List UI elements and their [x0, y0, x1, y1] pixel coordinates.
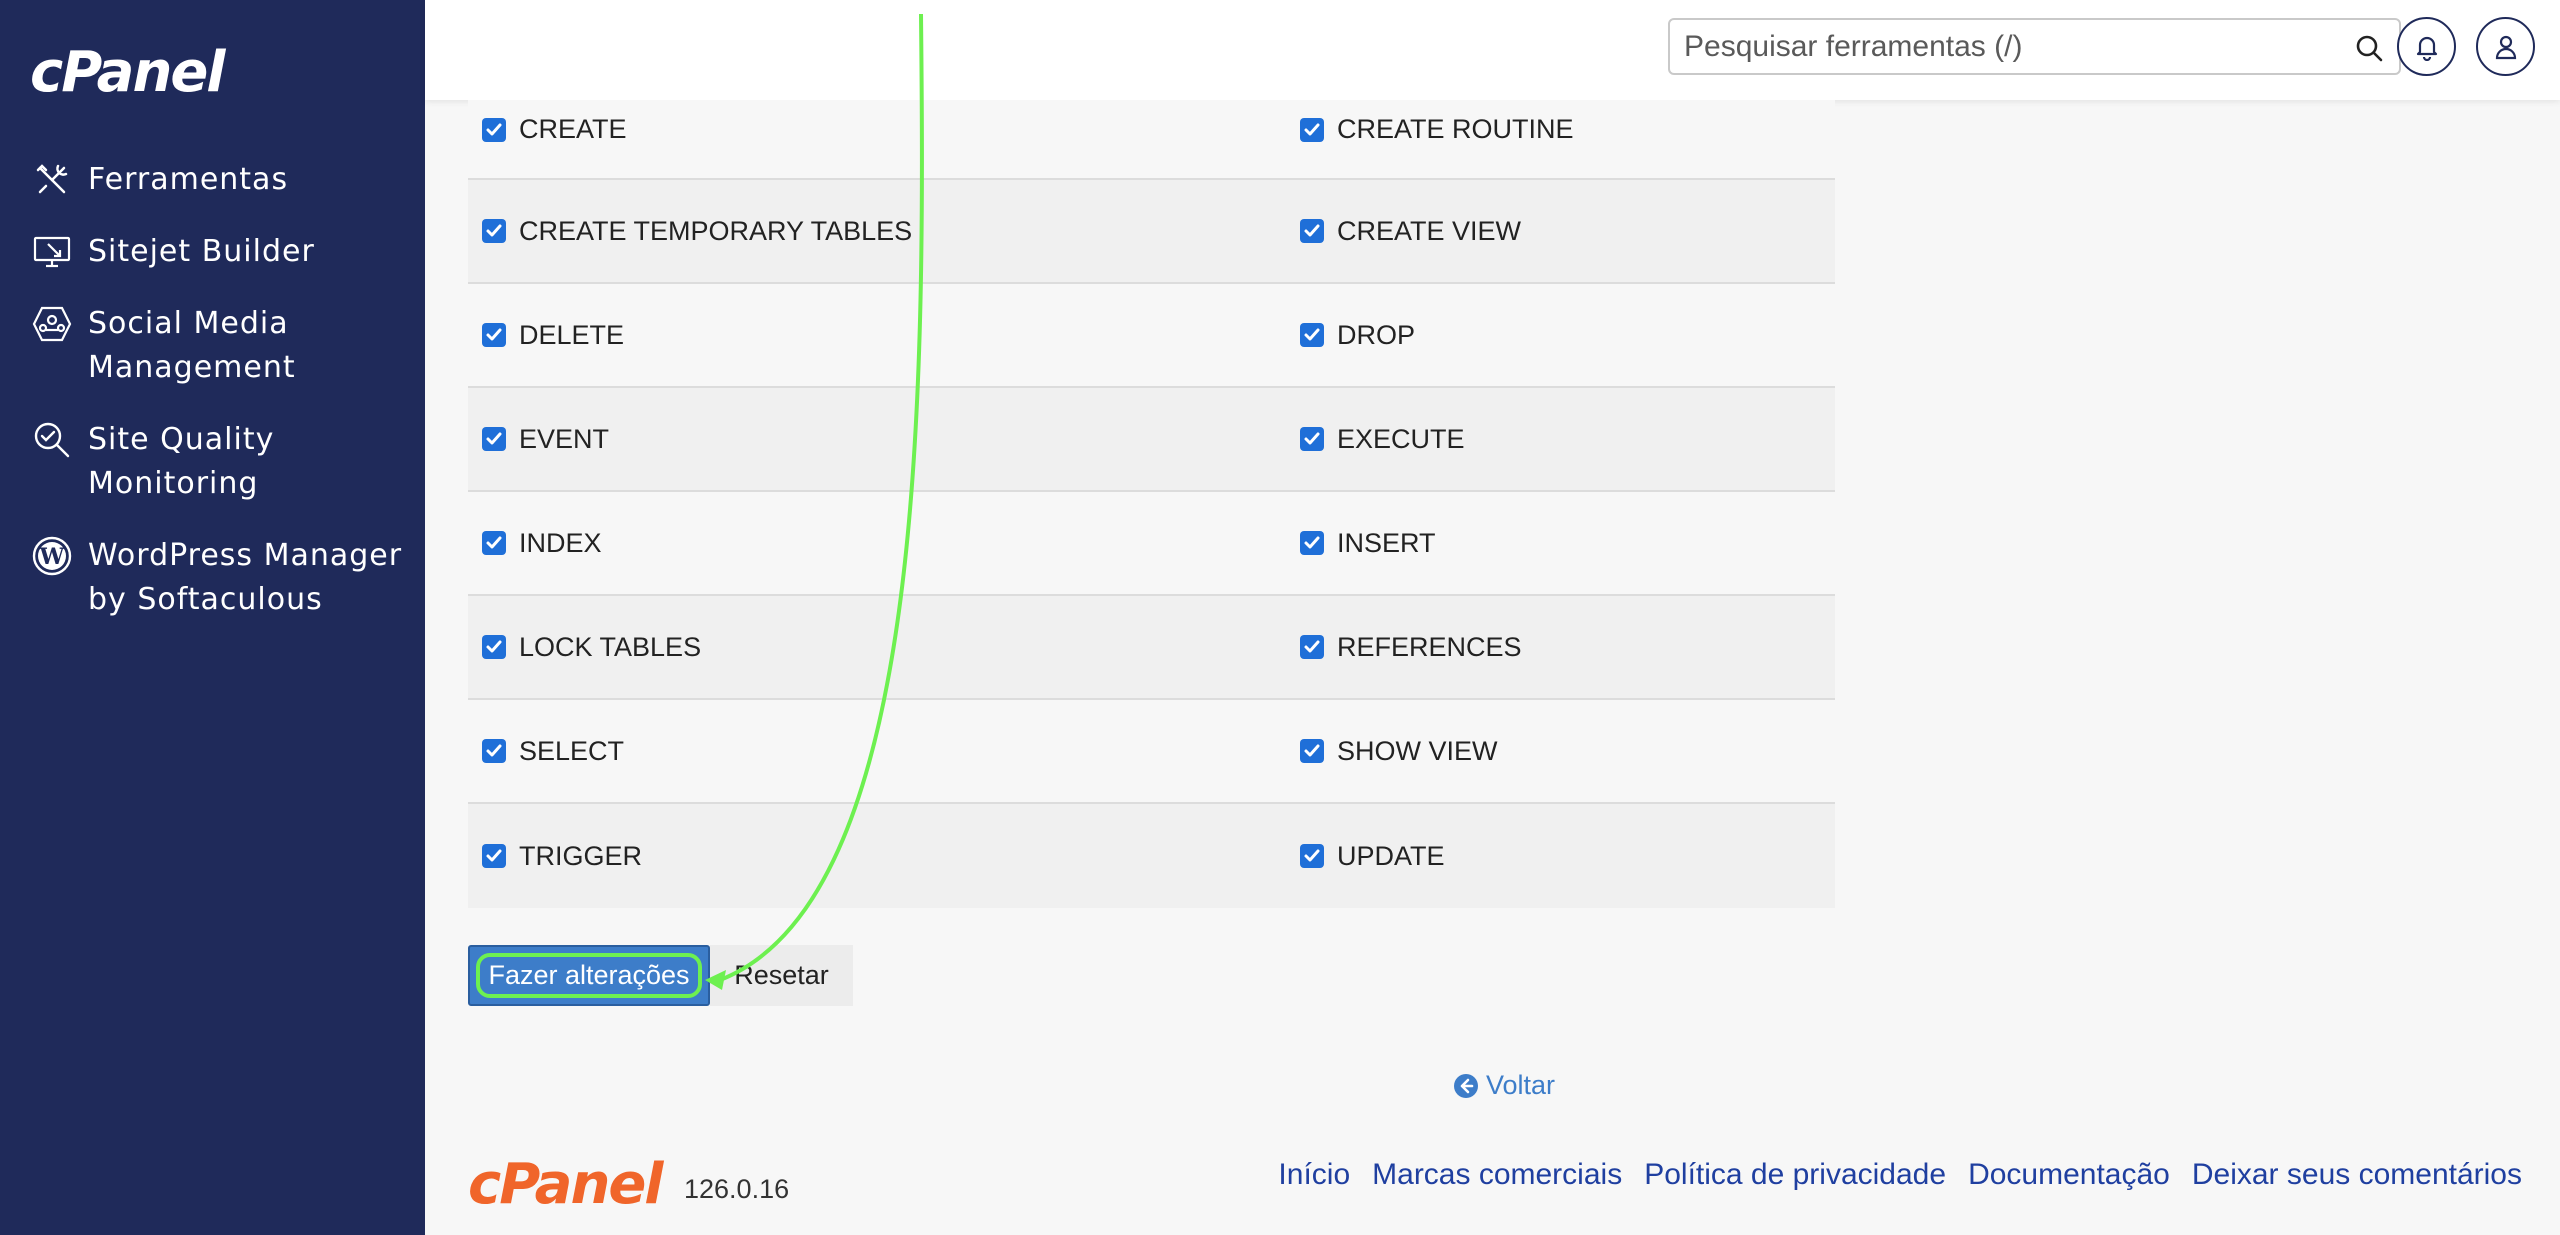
privilege-label: CREATE — [519, 114, 627, 144]
sidebar-item-label: WordPress Manager by Softaculous — [88, 538, 403, 617]
privilege-checkbox[interactable] — [1300, 117, 1324, 142]
user-menu-button[interactable] — [2476, 17, 2535, 76]
sidebar-item-label: Site Quality Monitoring — [88, 422, 275, 501]
make-changes-button[interactable]: Fazer alterações — [468, 945, 710, 1006]
privilege-label: LOCK TABLES — [519, 631, 702, 662]
search-box[interactable] — [1668, 18, 2401, 75]
make-changes-label: Fazer alterações — [488, 960, 690, 990]
privilege-label: UPDATE — [1337, 840, 1445, 871]
footer-cpanel-logo: cPanel — [468, 1152, 663, 1217]
sidebar-nav: Ferramentas Sitejet Builder Social Media… — [0, 158, 425, 650]
monitor-icon — [30, 230, 74, 274]
top-header — [425, 0, 2560, 100]
search-input[interactable] — [1670, 21, 2330, 72]
privilege-label: DELETE — [519, 319, 625, 350]
sidebar-item-site-quality[interactable]: Site Quality Monitoring — [0, 418, 425, 506]
privilege-row: SELECT SHOW VIEW — [468, 700, 1835, 804]
privilege-cell[interactable]: CREATE TEMPORARY TABLES — [468, 216, 1286, 247]
privilege-checkbox[interactable] — [482, 427, 506, 451]
sidebar-item-label: Sitejet Builder — [88, 234, 315, 269]
privilege-row: TRIGGER UPDATE — [468, 804, 1835, 908]
search-icon[interactable] — [2353, 32, 2385, 64]
privileges-table: CREATE CREATE ROUTINE CREATE TEMPORARY TAB… — [468, 100, 1835, 908]
privilege-checkbox[interactable] — [1300, 844, 1324, 868]
version-number: 126.0.16 — [684, 1174, 790, 1204]
privilege-label: EXECUTE — [1337, 423, 1465, 454]
privilege-checkbox[interactable] — [1300, 427, 1324, 451]
back-label: Voltar — [1486, 1070, 1556, 1100]
privilege-label: EVENT — [519, 423, 610, 454]
cpanel-logo[interactable]: cPanel — [30, 40, 225, 105]
sidebar-item-label: Ferramentas — [88, 162, 289, 197]
privilege-cell[interactable]: DELETE — [468, 320, 1286, 351]
sidebar-item-sitejet[interactable]: Sitejet Builder — [0, 230, 425, 274]
privilege-row: LOCK TABLES REFERENCES — [468, 596, 1835, 700]
privilege-cell[interactable]: EXECUTE — [1286, 424, 1835, 455]
privilege-label: TRIGGER — [519, 840, 643, 871]
privilege-checkbox[interactable] — [482, 117, 506, 142]
privilege-checkbox[interactable] — [1300, 219, 1324, 243]
privilege-label: REFERENCES — [1337, 631, 1522, 662]
privilege-label: SHOW VIEW — [1337, 735, 1498, 766]
magnifier-check-icon — [30, 418, 74, 462]
privilege-cell[interactable]: CREATE — [468, 114, 1286, 145]
footer-link-trademarks[interactable]: Marcas comerciais — [1372, 1158, 1622, 1192]
sidebar-item-ferramentas[interactable]: Ferramentas — [0, 158, 425, 202]
back-link[interactable]: Voltar — [1452, 1070, 1555, 1101]
privilege-cell[interactable]: UPDATE — [1286, 841, 1835, 872]
sidebar-item-social-media[interactable]: Social Media Management — [0, 302, 425, 390]
wordpress-icon: W — [30, 534, 74, 578]
footer-links: Início Marcas comerciais Política de pri… — [1278, 1158, 2522, 1192]
privilege-label: CREATE VIEW — [1337, 215, 1522, 246]
footer-link-privacy[interactable]: Política de privacidade — [1644, 1158, 1946, 1192]
privilege-row: EVENT EXECUTE — [468, 388, 1835, 492]
privilege-cell[interactable]: LOCK TABLES — [468, 632, 1286, 663]
privilege-label: CREATE ROUTINE — [1337, 114, 1574, 144]
privilege-cell[interactable]: INSERT — [1286, 528, 1835, 559]
privilege-checkbox[interactable] — [482, 635, 506, 659]
privilege-cell[interactable]: REFERENCES — [1286, 632, 1835, 663]
privilege-checkbox[interactable] — [1300, 323, 1324, 347]
privilege-row: CREATE CREATE ROUTINE — [468, 100, 1835, 180]
privilege-label: INSERT — [1337, 527, 1436, 558]
sidebar-item-label: Social Media Management — [88, 306, 296, 385]
bell-icon — [2416, 36, 2437, 61]
privilege-checkbox[interactable] — [482, 844, 506, 868]
privilege-cell[interactable]: SHOW VIEW — [1286, 736, 1835, 767]
privilege-checkbox[interactable] — [482, 323, 506, 347]
privilege-label: SELECT — [519, 735, 625, 766]
privilege-row: DELETE DROP — [468, 284, 1835, 388]
privilege-cell[interactable]: SELECT — [468, 736, 1286, 767]
privilege-cell[interactable]: CREATE ROUTINE — [1286, 114, 1835, 145]
privilege-checkbox[interactable] — [482, 739, 506, 763]
footer-link-documentation[interactable]: Documentação — [1968, 1158, 2170, 1192]
privilege-label: CREATE TEMPORARY TABLES — [519, 215, 913, 246]
privilege-label: DROP — [1337, 319, 1416, 350]
privilege-cell[interactable]: DROP — [1286, 320, 1835, 351]
notifications-button[interactable] — [2397, 17, 2456, 76]
privilege-cell[interactable]: EVENT — [468, 424, 1286, 455]
circle-arrow-left-icon — [1454, 1073, 1478, 1098]
privilege-cell[interactable]: TRIGGER — [468, 841, 1286, 872]
reset-button[interactable]: Resetar — [710, 945, 853, 1006]
sidebar-item-wordpress[interactable]: W WordPress Manager by Softaculous — [0, 534, 425, 622]
tools-icon — [30, 158, 74, 202]
privilege-checkbox[interactable] — [482, 219, 506, 243]
privilege-cell[interactable]: INDEX — [468, 528, 1286, 559]
privilege-checkbox[interactable] — [482, 531, 506, 555]
footer-link-inicio[interactable]: Início — [1278, 1158, 1350, 1192]
sidebar: cPanel Ferramentas Sitejet Builder Socia… — [0, 0, 425, 1235]
privilege-checkbox[interactable] — [1300, 739, 1324, 763]
footer-link-feedback[interactable]: Deixar seus comentários — [2192, 1158, 2522, 1192]
svg-text:W: W — [39, 544, 65, 570]
privilege-row: CREATE TEMPORARY TABLES CREATE VIEW — [468, 180, 1835, 284]
privilege-checkbox[interactable] — [1300, 531, 1324, 555]
user-icon — [2495, 35, 2516, 59]
privilege-cell[interactable]: CREATE VIEW — [1286, 216, 1835, 247]
privilege-checkbox[interactable] — [1300, 635, 1324, 659]
privilege-row: INDEX INSERT — [468, 492, 1835, 596]
privilege-label: INDEX — [519, 527, 602, 558]
social-icon — [30, 302, 74, 346]
